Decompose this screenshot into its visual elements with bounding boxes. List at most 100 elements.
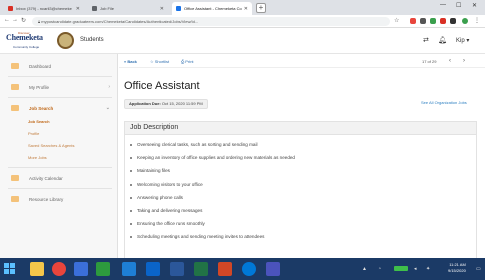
sidebar-item-profile[interactable]: My Profile › xyxy=(0,78,118,96)
back-arrow-icon[interactable]: ← xyxy=(4,17,10,23)
bullet-icon xyxy=(130,144,132,146)
minimize-button[interactable]: — xyxy=(440,2,446,8)
list-item: Scheduling meetings and sending meeting … xyxy=(130,234,470,247)
job-title: Office Assistant xyxy=(124,80,200,92)
job-description-header: Job Description xyxy=(124,121,477,135)
extension-icon[interactable] xyxy=(420,18,426,24)
extension-icon[interactable] xyxy=(440,18,446,24)
duty-text: Taking and delivering messages xyxy=(137,207,203,213)
duty-text: Welcoming visitors to your office xyxy=(137,181,203,187)
bullet-icon xyxy=(130,157,132,160)
list-item: Welcoming visitors to your office xyxy=(130,182,470,195)
star-icon[interactable]: ☆ xyxy=(394,17,399,24)
sidebar-item-label: Resource Library xyxy=(29,196,64,202)
profile-avatar-icon[interactable] xyxy=(462,18,468,24)
print-button[interactable]: ⎙ Print xyxy=(181,59,194,64)
subnav-job-search[interactable]: Job Search xyxy=(28,119,50,124)
prev-page-button[interactable]: ‹ xyxy=(449,58,451,64)
address-text: mypostcandidate.graduateers.com/Chemeket… xyxy=(41,19,199,24)
language-icon[interactable]: ✦ xyxy=(426,266,430,272)
subnav-saved-searches[interactable]: Saved Searches & Agents xyxy=(28,143,74,148)
windows-logo-icon xyxy=(10,269,15,274)
windows-logo-icon xyxy=(4,269,9,274)
close-window-button[interactable]: ✕ xyxy=(472,2,477,9)
chevron-down-icon: ▾ xyxy=(466,38,470,44)
volume-icon[interactable]: ◂ xyxy=(414,266,417,272)
see-all-jobs-link[interactable]: See All Organization Jobs xyxy=(421,100,467,105)
browser-tab-inbox[interactable]: Inbox (379) - ncarli3@chemeke ✕ xyxy=(4,2,84,15)
tab-label: Office Assistant - Chemeketa Co xyxy=(184,6,242,11)
sidebar-item-activity-calendar[interactable]: Activity Calendar xyxy=(0,169,118,187)
subnav-more-jobs[interactable]: More Jobs xyxy=(28,155,47,160)
powerpoint-icon[interactable] xyxy=(218,262,232,276)
divider xyxy=(8,167,112,168)
college-logo[interactable]: Chemeketa xyxy=(6,33,43,42)
chevron-right-icon: › xyxy=(108,84,110,90)
dashboard-icon xyxy=(11,63,19,69)
extension-icon[interactable] xyxy=(450,18,456,24)
sidebar-item-job-search[interactable]: Job Search ⌄ xyxy=(0,99,118,117)
address-bar[interactable]: 🔒︎ mypostcandidate.graduateers.com/Cheme… xyxy=(32,17,390,26)
calendar-icon xyxy=(11,175,19,181)
notification-center-icon[interactable]: ▭ xyxy=(476,266,481,272)
list-item: Answering phone calls xyxy=(130,195,470,208)
reload-icon[interactable]: ↻ xyxy=(21,17,26,24)
gmail-icon xyxy=(8,6,13,11)
switch-icon[interactable]: ⇄ xyxy=(423,36,429,44)
user-menu[interactable]: Kip ▾ xyxy=(456,37,469,44)
close-icon[interactable]: ✕ xyxy=(244,6,248,12)
site-header: Discover Chemeketa Community College Stu… xyxy=(0,28,485,54)
tab-label: Job File xyxy=(100,6,115,11)
media-icon[interactable] xyxy=(96,262,110,276)
chrome-icon[interactable] xyxy=(52,262,66,276)
college-seal-icon xyxy=(57,32,74,49)
excel-icon[interactable] xyxy=(194,262,208,276)
start-button[interactable] xyxy=(4,263,16,275)
back-button[interactable]: « Back xyxy=(124,59,137,64)
close-icon[interactable]: ✕ xyxy=(76,6,80,12)
file-explorer-icon[interactable] xyxy=(30,262,44,276)
next-page-button[interactable]: › xyxy=(463,58,465,64)
files-icon[interactable] xyxy=(74,262,88,276)
maximize-button[interactable]: ☐ xyxy=(456,2,461,9)
duty-text: Scheduling meetings and sending meeting … xyxy=(137,234,265,240)
sidebar-item-resource-library[interactable]: Resource Library xyxy=(0,190,118,208)
browser-tab-office-assistant[interactable]: Office Assistant - Chemeketa Co ✕ xyxy=(172,2,252,15)
application-due-badge: Application Due: Oct 15, 2020 11:59 PM xyxy=(124,99,208,109)
briefcase-icon xyxy=(11,105,19,111)
site-icon xyxy=(176,6,181,11)
windows-logo-icon xyxy=(10,263,15,268)
extension-icon[interactable] xyxy=(430,18,436,24)
taskbar: ▲ ◔ ◂ ✦ 11:21 AM 9/15/2020 ▭ xyxy=(0,258,485,280)
bullet-icon xyxy=(130,209,132,212)
sidebar-item-dashboard[interactable]: Dashboard xyxy=(0,57,118,75)
edge-icon[interactable] xyxy=(242,262,256,276)
duty-text: Ensuring the office runs smoothly xyxy=(137,221,205,227)
new-tab-button[interactable]: + xyxy=(256,3,266,13)
forward-arrow-icon[interactable]: → xyxy=(12,17,18,23)
user-name: Kip xyxy=(456,38,465,44)
section-label: Students xyxy=(80,37,104,43)
notifications-icon[interactable]: 🔔︎ xyxy=(438,36,447,44)
outlook-icon[interactable] xyxy=(146,262,160,276)
divider xyxy=(8,188,112,189)
battery-icon[interactable] xyxy=(394,266,408,271)
pager-text: 17 of 29 xyxy=(422,59,437,64)
subnav-profile[interactable]: Profile xyxy=(28,131,39,136)
list-item: Maintaining files xyxy=(130,168,470,181)
page-icon xyxy=(92,6,97,11)
list-item: Overseeing clerical tasks, such as sorti… xyxy=(130,142,470,155)
word-icon[interactable] xyxy=(170,262,184,276)
teams-icon[interactable] xyxy=(266,262,280,276)
browser-menu-icon[interactable]: ⋮ xyxy=(474,17,480,24)
browser-tab-job-file[interactable]: Job File ✕ xyxy=(88,2,168,15)
wifi-icon[interactable]: ◔ xyxy=(378,266,381,272)
list-item: Taking and delivering messages xyxy=(130,208,470,221)
clock[interactable]: 11:21 AM 9/15/2020 xyxy=(448,262,466,274)
network-icon[interactable]: ▲ xyxy=(362,266,367,272)
shortlist-button[interactable]: ☆ Shortlist xyxy=(150,59,169,64)
extension-icon[interactable] xyxy=(410,18,416,24)
store-icon[interactable] xyxy=(122,262,136,276)
close-icon[interactable]: ✕ xyxy=(160,6,164,12)
library-icon xyxy=(11,196,19,202)
